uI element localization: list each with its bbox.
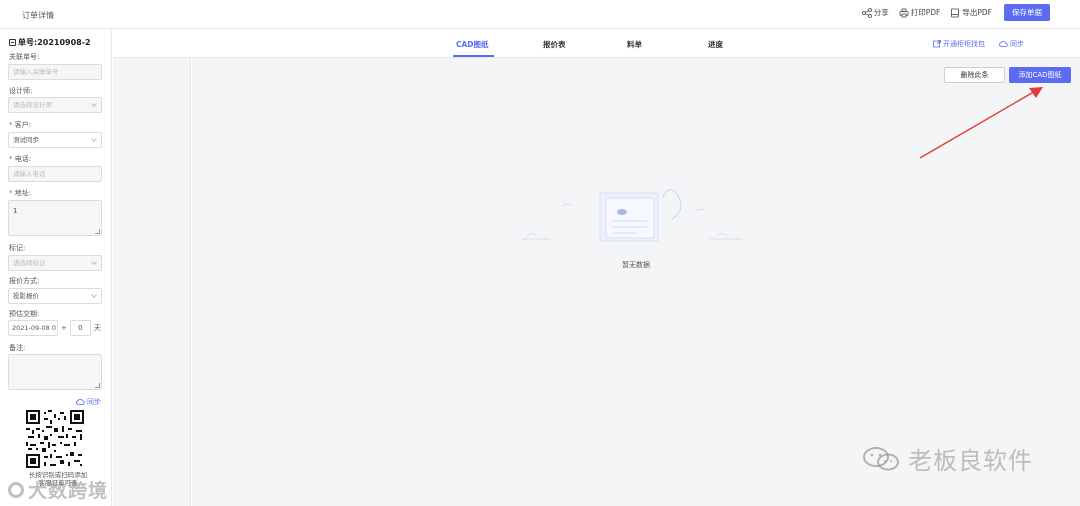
tab-sync-button[interactable]: 同步 (999, 39, 1024, 49)
delivery-row: 2021-09-08 0 + 0 天 (8, 320, 101, 336)
qr-code-image (26, 410, 84, 468)
red-arrow-annotation (919, 87, 1043, 159)
open-icon (933, 40, 941, 48)
related-input[interactable]: 请输入关联单号 (8, 64, 102, 80)
top-bar: 订单详情 分享 打印PDF 导出PDF 保存单据 (0, 0, 1080, 29)
quote-select[interactable]: 投影报价 (8, 288, 102, 304)
remark-textarea[interactable] (8, 354, 102, 390)
open-cabinet-button[interactable]: 开通柜柜找包 (933, 39, 985, 49)
resize-handle-icon[interactable] (95, 383, 100, 388)
tab-progress[interactable]: 进度 (708, 39, 723, 50)
collapse-icon[interactable] (9, 39, 16, 46)
empty-state-illustration (522, 189, 742, 242)
cloud-sync-icon (76, 398, 85, 405)
empty-state-text: 暂无数据 (622, 261, 650, 269)
mark-label: 标记: (9, 244, 26, 252)
delivery-label: 预估交期: (9, 310, 40, 318)
wechat-icon (863, 446, 899, 470)
days-unit: 天 (93, 324, 101, 332)
tab-cad[interactable]: CAD图纸 (456, 39, 489, 50)
delivery-date-input[interactable]: 2021-09-08 0 (8, 320, 58, 336)
watermark-right: 老板良软件 (862, 441, 1033, 476)
share-icon (861, 7, 872, 18)
tab-bar: CAD图纸 报价表 料单 进度 开通柜柜找包 同步 (113, 30, 1080, 58)
quote-label: 报价方式: (9, 277, 40, 285)
phone-input[interactable]: 请输入电话 (8, 166, 102, 182)
save-button[interactable]: 保存单据 (1004, 4, 1050, 21)
export-pdf-button[interactable]: 导出PDF (950, 7, 992, 18)
printer-icon (899, 8, 909, 17)
designer-select[interactable]: 请选择设计师 (8, 97, 102, 113)
print-pdf-button[interactable]: 打印PDF (899, 7, 940, 18)
related-label: 关联单号: (9, 53, 40, 61)
page-title: 订单详情 (22, 11, 54, 20)
export-icon (951, 8, 960, 17)
watermark-left: 大数跨境 (8, 476, 108, 503)
cad-content-area: 删除此条 添加CAD图纸 暂无数据 (192, 58, 1080, 506)
customer-select[interactable]: 测试同步 (8, 132, 102, 148)
phone-label: * 电话: (9, 155, 32, 163)
tab-quote-sheet[interactable]: 报价表 (543, 39, 566, 50)
address-label: * 地址: (9, 189, 32, 197)
mark-select[interactable]: 请选择标记 (8, 255, 102, 271)
header-actions: 分享 打印PDF 导出PDF 保存单据 (861, 4, 1050, 21)
delivery-days-input[interactable]: 0 (69, 320, 91, 336)
left-sync-button[interactable]: 同步 (76, 397, 101, 407)
watermark-logo-icon (8, 481, 24, 498)
order-number: 单号:20210908-2 (9, 37, 91, 48)
plus-sign: + (61, 324, 67, 332)
share-button[interactable]: 分享 (861, 7, 889, 18)
tab-actions: 开通柜柜找包 同步 (933, 39, 1024, 49)
remark-label: 备注: (9, 344, 26, 352)
cad-list-column (113, 58, 191, 506)
cloud-sync-icon (999, 40, 1008, 47)
tab-material-list[interactable]: 料单 (627, 39, 642, 50)
customer-label: * 客户: (9, 121, 32, 129)
resize-handle-icon[interactable] (95, 229, 100, 234)
active-tab-indicator (453, 55, 494, 57)
order-form-panel: 单号:20210908-2 关联单号: 请输入关联单号 设计师: 请选择设计师 … (0, 30, 112, 506)
address-textarea[interactable]: 1 (8, 200, 102, 236)
designer-label: 设计师: (9, 87, 33, 95)
